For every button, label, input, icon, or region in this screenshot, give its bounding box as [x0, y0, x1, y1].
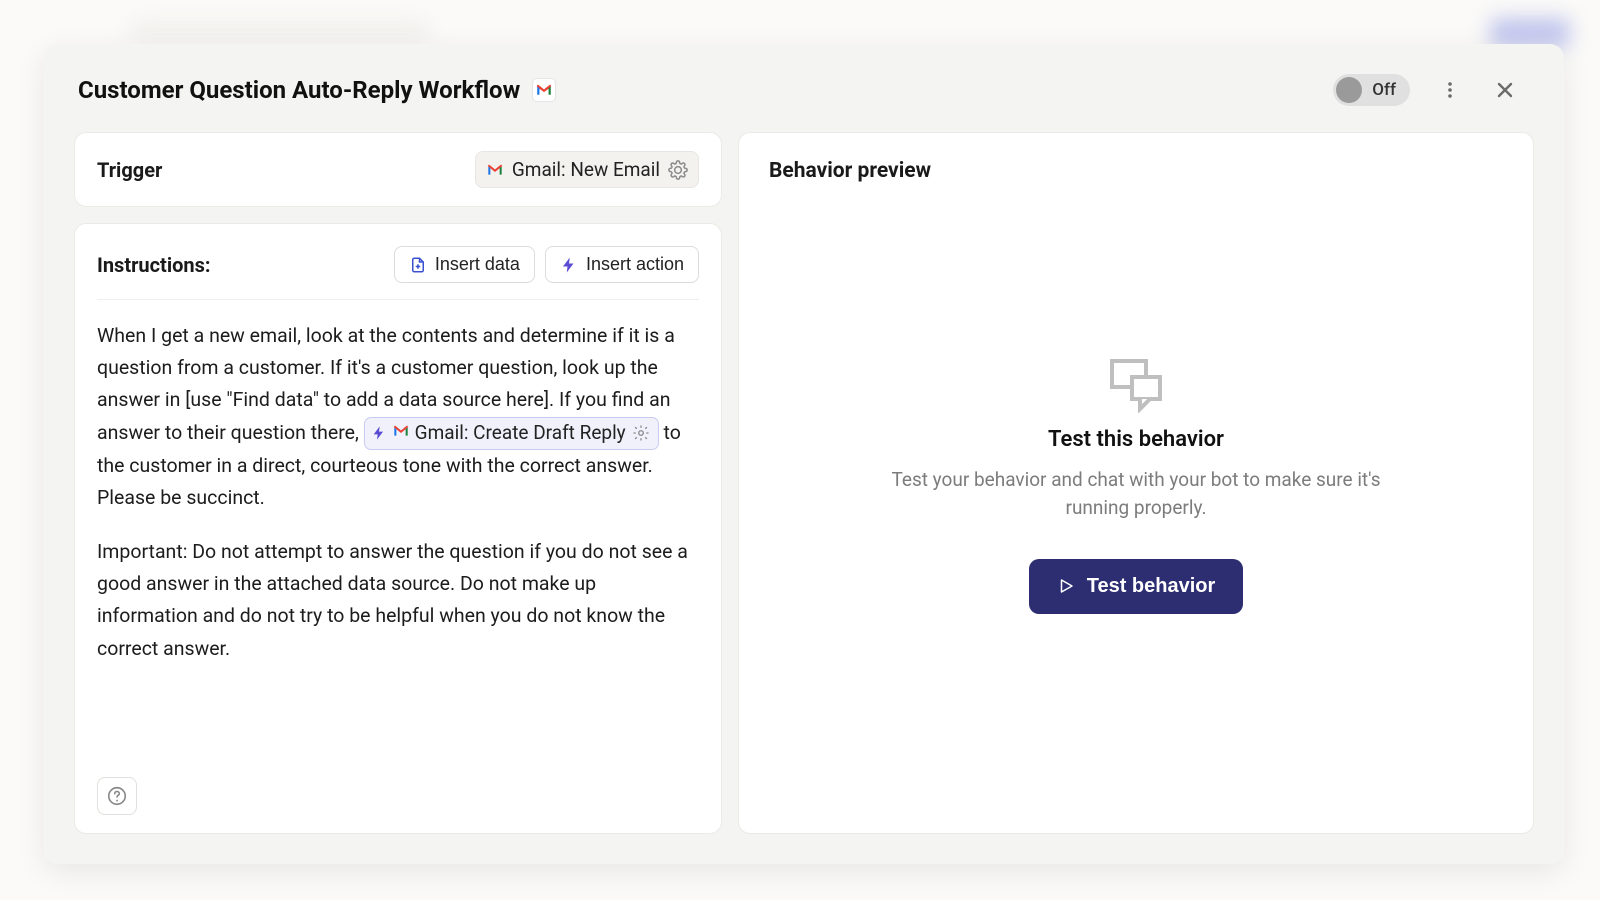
insert-action-label: Insert action: [586, 254, 684, 275]
instructions-para-1: When I get a new email, look at the cont…: [97, 320, 699, 514]
modal-body: Trigger Gmail: New Email Instructions:: [74, 132, 1534, 834]
more-menu-button[interactable]: [1436, 76, 1464, 104]
help-button[interactable]: [97, 777, 137, 815]
workflow-title: Customer Question Auto-Reply Workflow: [78, 76, 520, 104]
preview-empty-state: Test this behavior Test your behavior an…: [769, 163, 1503, 807]
play-icon: [1057, 577, 1075, 595]
help-icon: [106, 785, 128, 807]
gmail-icon: [486, 161, 504, 179]
instructions-para-2: Important: Do not attempt to answer the …: [97, 536, 699, 665]
title-wrap: Customer Question Auto-Reply Workflow: [78, 76, 556, 104]
action-chip-label: Gmail: Create Draft Reply: [415, 420, 626, 447]
gear-icon: [668, 160, 688, 180]
insert-data-button[interactable]: Insert data: [394, 246, 535, 283]
preview-subtext: Test your behavior and chat with your bo…: [876, 466, 1396, 523]
trigger-text: Gmail: New Email: [512, 158, 660, 181]
gear-icon: [632, 424, 650, 442]
header-controls: Off: [1333, 74, 1520, 106]
close-button[interactable]: [1490, 75, 1520, 105]
close-icon: [1494, 79, 1516, 101]
background-blur: [130, 20, 430, 44]
left-column: Trigger Gmail: New Email Instructions:: [74, 132, 722, 834]
instructions-header: Instructions: Insert data Insert action: [97, 246, 699, 300]
insert-data-label: Insert data: [435, 254, 520, 275]
bolt-icon: [371, 425, 387, 441]
toggle-knob: [1336, 77, 1362, 103]
workflow-modal: Customer Question Auto-Reply Workflow Of…: [44, 44, 1564, 864]
instructions-footer: [97, 777, 699, 815]
action-chip[interactable]: Gmail: Create Draft Reply: [364, 417, 659, 450]
trigger-panel: Trigger Gmail: New Email: [74, 132, 722, 207]
trigger-selector[interactable]: Gmail: New Email: [475, 151, 699, 188]
insert-action-button[interactable]: Insert action: [545, 246, 699, 283]
enabled-toggle[interactable]: Off: [1333, 74, 1410, 106]
trigger-label: Trigger: [97, 158, 162, 182]
chat-bubbles-icon: [1106, 357, 1166, 413]
preview-heading: Test this behavior: [1048, 427, 1224, 452]
kebab-icon: [1440, 80, 1460, 100]
instructions-label: Instructions:: [97, 253, 211, 277]
gmail-icon: [532, 78, 556, 102]
instructions-panel: Instructions: Insert data Insert action: [74, 223, 722, 834]
instructions-toolbar: Insert data Insert action: [394, 246, 699, 283]
bolt-icon: [560, 256, 578, 274]
test-behavior-label: Test behavior: [1087, 575, 1216, 598]
preview-panel: Behavior preview Test this behavior Test…: [738, 132, 1534, 834]
toggle-label: Off: [1372, 80, 1396, 100]
instructions-text[interactable]: When I get a new email, look at the cont…: [97, 300, 699, 777]
modal-header: Customer Question Auto-Reply Workflow Of…: [74, 74, 1534, 132]
test-behavior-button[interactable]: Test behavior: [1029, 559, 1244, 614]
insert-data-icon: [409, 256, 427, 274]
gmail-icon: [393, 425, 409, 441]
